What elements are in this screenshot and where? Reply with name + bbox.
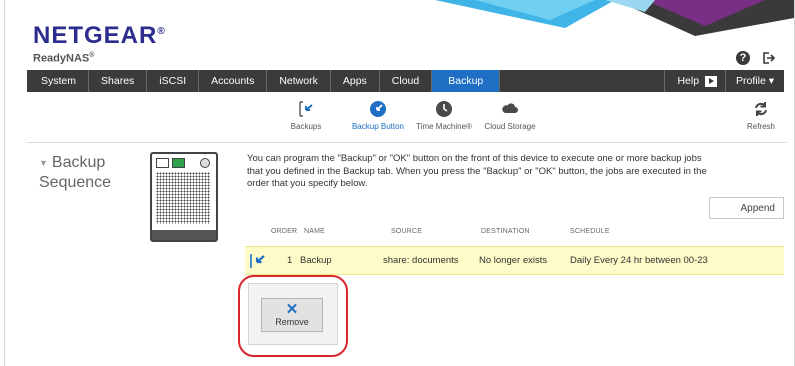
heading-line-2: Sequence bbox=[39, 174, 112, 192]
device-base bbox=[152, 230, 216, 240]
backups-icon bbox=[299, 101, 313, 117]
nav-profile[interactable]: Profile ▾ bbox=[726, 70, 784, 92]
remove-button-label: Remove bbox=[275, 317, 309, 327]
subnav-time-machine[interactable]: Time Machine® bbox=[414, 100, 474, 131]
nav-iscsi[interactable]: iSCSI bbox=[147, 70, 200, 92]
remove-callout: ✕ Remove bbox=[238, 275, 348, 357]
device-button-icon bbox=[200, 157, 210, 168]
nav-cloud[interactable]: Cloud bbox=[380, 70, 433, 92]
nav-system[interactable]: System bbox=[27, 70, 90, 92]
header-toolbar: ? bbox=[736, 50, 776, 66]
col-header-name: NAME bbox=[304, 228, 326, 235]
refresh-icon bbox=[755, 102, 767, 116]
subnav-cloud-storage[interactable]: Cloud Storage bbox=[481, 100, 539, 131]
device-front-panel bbox=[156, 157, 210, 168]
heading-line-1: Backup bbox=[51, 154, 106, 172]
section-divider bbox=[27, 142, 787, 143]
nav-backup[interactable]: Backup bbox=[432, 70, 501, 92]
logout-icon[interactable] bbox=[760, 50, 776, 66]
row-name: Backup bbox=[300, 255, 332, 266]
nav-help[interactable]: Help bbox=[665, 70, 727, 92]
row-schedule: Daily Every 24 hr between 00-23 bbox=[570, 255, 708, 266]
backup-sequence-heading[interactable]: ▼ Backup Sequence bbox=[39, 153, 111, 193]
time-machine-icon bbox=[436, 101, 452, 117]
device-bay-indicator-active bbox=[172, 157, 185, 168]
subnav-refresh[interactable]: Refresh bbox=[745, 100, 777, 131]
device-bay-indicator bbox=[156, 157, 169, 168]
nas-device-illustration bbox=[150, 152, 218, 242]
backup-subnav: Backups Backup Button Time Machine® Clou… bbox=[5, 100, 794, 138]
remove-button[interactable]: ✕ Remove bbox=[261, 298, 323, 332]
col-header-source: SOURCE bbox=[391, 228, 423, 235]
row-source: share: documents bbox=[383, 255, 459, 266]
remove-x-icon: ✕ bbox=[285, 301, 299, 318]
col-header-schedule: SCHEDULE bbox=[570, 228, 610, 235]
subnav-backup-button[interactable]: Backup Button bbox=[348, 100, 408, 131]
row-action-popup: ✕ Remove bbox=[248, 283, 338, 345]
table-row[interactable]: 1 Backup share: documents No longer exis… bbox=[245, 246, 784, 275]
netgear-logo: NETGEAR® bbox=[33, 22, 166, 49]
col-header-destination: DESTINATION bbox=[481, 228, 530, 235]
nav-network[interactable]: Network bbox=[267, 70, 331, 92]
app-frame: NETGEAR® ReadyNAS® ? System Shares iSCSI… bbox=[4, 0, 795, 366]
nav-shares[interactable]: Shares bbox=[89, 70, 148, 92]
main-nav: System Shares iSCSI Accounts Network App… bbox=[27, 70, 784, 92]
backup-button-icon bbox=[370, 101, 386, 117]
collapse-caret-icon: ▼ bbox=[39, 158, 48, 168]
row-order: 1 bbox=[287, 255, 293, 266]
video-play-icon bbox=[705, 75, 718, 87]
subnav-backups[interactable]: Backups bbox=[287, 100, 325, 131]
section-description: You can program the "Backup" or "OK" but… bbox=[247, 153, 707, 189]
help-icon[interactable]: ? bbox=[736, 51, 750, 65]
cloud-storage-icon bbox=[502, 103, 518, 113]
nav-apps[interactable]: Apps bbox=[331, 70, 380, 92]
append-button[interactable]: Append bbox=[709, 197, 784, 219]
row-destination: No longer exists bbox=[479, 255, 548, 266]
device-grill bbox=[156, 172, 210, 224]
nav-help-label: Help bbox=[677, 75, 700, 87]
backup-job-icon bbox=[250, 254, 265, 268]
nav-accounts[interactable]: Accounts bbox=[199, 70, 268, 92]
readynas-label: ReadyNAS® bbox=[33, 52, 95, 65]
col-header-order: ORDER bbox=[271, 228, 298, 235]
nav-spacer bbox=[500, 70, 666, 92]
